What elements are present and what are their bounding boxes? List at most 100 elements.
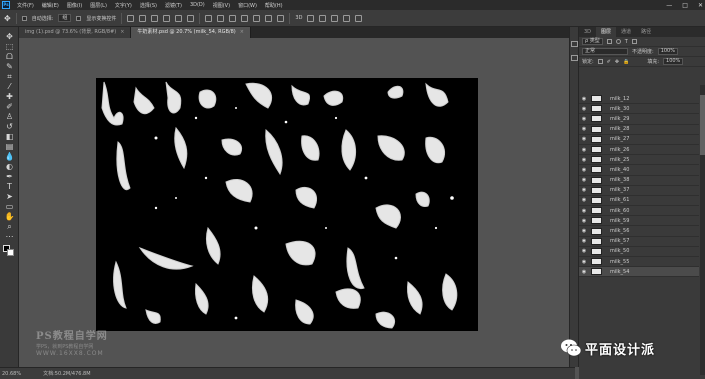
distribute-left-icon[interactable] (241, 14, 249, 22)
layer-row[interactable]: ◉ milk_59 (579, 216, 699, 227)
auto-align-icon[interactable] (277, 14, 285, 22)
opacity-input[interactable]: 100% (657, 48, 678, 55)
menu-layer[interactable]: 图层(L) (86, 2, 111, 9)
minimize-icon[interactable]: — (666, 2, 672, 9)
visibility-eye-icon[interactable]: ◉ (579, 147, 589, 153)
layer-row[interactable]: ◉ milk_54 (579, 267, 699, 278)
menu-window[interactable]: 窗口(W) (234, 2, 261, 9)
tab-milk-material[interactable]: 牛奶素材.psd @ 20.7% (milk_54, RGB/8) × (131, 27, 251, 38)
3d-roll-icon[interactable] (319, 14, 327, 22)
visibility-eye-icon[interactable]: ◉ (579, 157, 589, 163)
scrollbar-thumb[interactable] (700, 95, 705, 155)
align-center-icon[interactable] (175, 14, 183, 22)
visibility-eye-icon[interactable]: ◉ (579, 259, 589, 265)
layer-row[interactable]: ◉ milk_26 (579, 145, 699, 156)
visibility-eye-icon[interactable]: ◉ (579, 96, 589, 102)
properties-panel-icon[interactable] (571, 55, 578, 61)
layer-row[interactable]: ◉ milk_27 (579, 135, 699, 145)
filter-shape-icon[interactable] (631, 39, 637, 44)
distribute-bottom-icon[interactable] (229, 14, 237, 22)
layer-row[interactable]: ◉ milk_29 (579, 114, 699, 125)
close-tab-icon[interactable]: × (120, 29, 124, 35)
visibility-eye-icon[interactable]: ◉ (579, 187, 589, 193)
visibility-eye-icon[interactable]: ◉ (579, 106, 589, 112)
menu-3d[interactable]: 3D(D) (186, 2, 209, 8)
3d-scale-icon[interactable] (355, 14, 363, 22)
canvas-workspace[interactable] (19, 38, 569, 367)
close-tab-icon[interactable]: × (240, 29, 244, 35)
more-tools-icon[interactable]: ⋯ (4, 231, 15, 242)
3d-slide-icon[interactable] (343, 14, 351, 22)
layer-row[interactable]: ◉ milk_50 (579, 247, 699, 257)
layer-row[interactable]: ◉ milk_55 (579, 257, 699, 268)
menu-help[interactable]: 帮助(H) (261, 2, 287, 9)
distribute-right-icon[interactable] (265, 14, 273, 22)
filter-type-icon[interactable]: T (625, 39, 628, 45)
layer-row[interactable]: ◉ milk_61 (579, 196, 699, 207)
menu-image[interactable]: 图像(I) (63, 2, 86, 9)
visibility-eye-icon[interactable]: ◉ (579, 228, 589, 234)
menu-view[interactable]: 视图(V) (209, 2, 234, 9)
layer-row[interactable]: ◉ milk_60 (579, 206, 699, 217)
menu-type[interactable]: 文字(Y) (111, 2, 136, 9)
distribute-middle-icon[interactable] (217, 14, 225, 22)
tab-img-1[interactable]: img (1).psd @ 73.6% (背景, RGB/8#) × (19, 27, 132, 38)
show-transform-checkbox[interactable] (76, 15, 82, 21)
tab-layers[interactable]: 图层 (596, 27, 617, 37)
document-canvas[interactable] (96, 78, 478, 331)
auto-select-dropdown[interactable]: 组 (58, 14, 72, 22)
layer-row[interactable]: ◉ milk_38 (579, 176, 699, 186)
layer-filter-dropdown[interactable]: ρ 类型 (582, 38, 603, 45)
menu-select[interactable]: 选择(S) (136, 2, 161, 9)
visibility-eye-icon[interactable]: ◉ (579, 116, 589, 122)
layer-list-scrollbar[interactable] (700, 85, 705, 375)
auto-select-checkbox[interactable] (21, 15, 27, 21)
layer-row[interactable]: ◉ milk_37 (579, 186, 699, 196)
tab-channels[interactable]: 通道 (616, 27, 636, 37)
menu-filter[interactable]: 滤镜(T) (161, 2, 186, 9)
visibility-eye-icon[interactable]: ◉ (579, 197, 589, 203)
align-top-icon[interactable] (127, 14, 135, 22)
blend-mode-dropdown[interactable]: 正常 (582, 48, 628, 55)
layer-row[interactable]: ◉ milk_28 (579, 125, 699, 135)
visibility-eye-icon[interactable]: ◉ (579, 126, 589, 132)
layer-row[interactable]: ◉ milk_12 (579, 94, 699, 105)
align-middle-icon[interactable] (139, 14, 147, 22)
visibility-eye-icon[interactable]: ◉ (579, 269, 589, 275)
3d-orbit-icon[interactable] (307, 14, 315, 22)
background-color-swatch[interactable] (7, 249, 14, 256)
lock-brush-icon[interactable]: ✐ (607, 59, 611, 65)
align-bottom-icon[interactable] (151, 14, 159, 22)
layer-row[interactable]: ◉ milk_40 (579, 165, 699, 176)
move-tool-preset-icon[interactable]: ✥ (4, 14, 11, 23)
lock-move-icon[interactable]: ✥ (615, 59, 619, 65)
visibility-eye-icon[interactable]: ◉ (579, 248, 589, 254)
lock-all-icon[interactable]: 🔒 (623, 59, 629, 65)
fill-input[interactable]: 100% (663, 58, 684, 65)
3d-pan-icon[interactable] (331, 14, 339, 22)
visibility-eye-icon[interactable]: ◉ (579, 208, 589, 214)
align-left-icon[interactable] (163, 14, 171, 22)
filter-pixel-icon[interactable] (606, 39, 612, 44)
visibility-eye-icon[interactable]: ◉ (579, 218, 589, 224)
visibility-eye-icon[interactable]: ◉ (579, 167, 589, 173)
history-panel-icon[interactable] (571, 41, 578, 47)
tab-3d[interactable]: 3D (579, 27, 596, 37)
visibility-eye-icon[interactable]: ◉ (579, 238, 589, 244)
tab-paths[interactable]: 路径 (636, 27, 656, 37)
distribute-center-icon[interactable] (253, 14, 261, 22)
lock-transparent-icon[interactable] (597, 59, 603, 64)
layer-row[interactable]: ◉ milk_56 (579, 226, 699, 237)
distribute-top-icon[interactable] (205, 14, 213, 22)
menu-file[interactable]: 文件(F) (13, 2, 38, 9)
layer-row[interactable]: ◉ milk_25 (579, 155, 699, 166)
visibility-eye-icon[interactable]: ◉ (579, 136, 589, 142)
layer-row[interactable]: ◉ milk_30 (579, 104, 699, 115)
filter-adjust-icon[interactable] (615, 39, 621, 44)
layer-row[interactable]: ◉ milk_57 (579, 237, 699, 247)
align-right-icon[interactable] (187, 14, 195, 22)
zoom-level[interactable]: 20.68% (2, 371, 21, 377)
visibility-eye-icon[interactable]: ◉ (579, 177, 589, 183)
close-icon[interactable]: ✕ (698, 2, 703, 9)
maximize-icon[interactable]: □ (682, 2, 688, 9)
